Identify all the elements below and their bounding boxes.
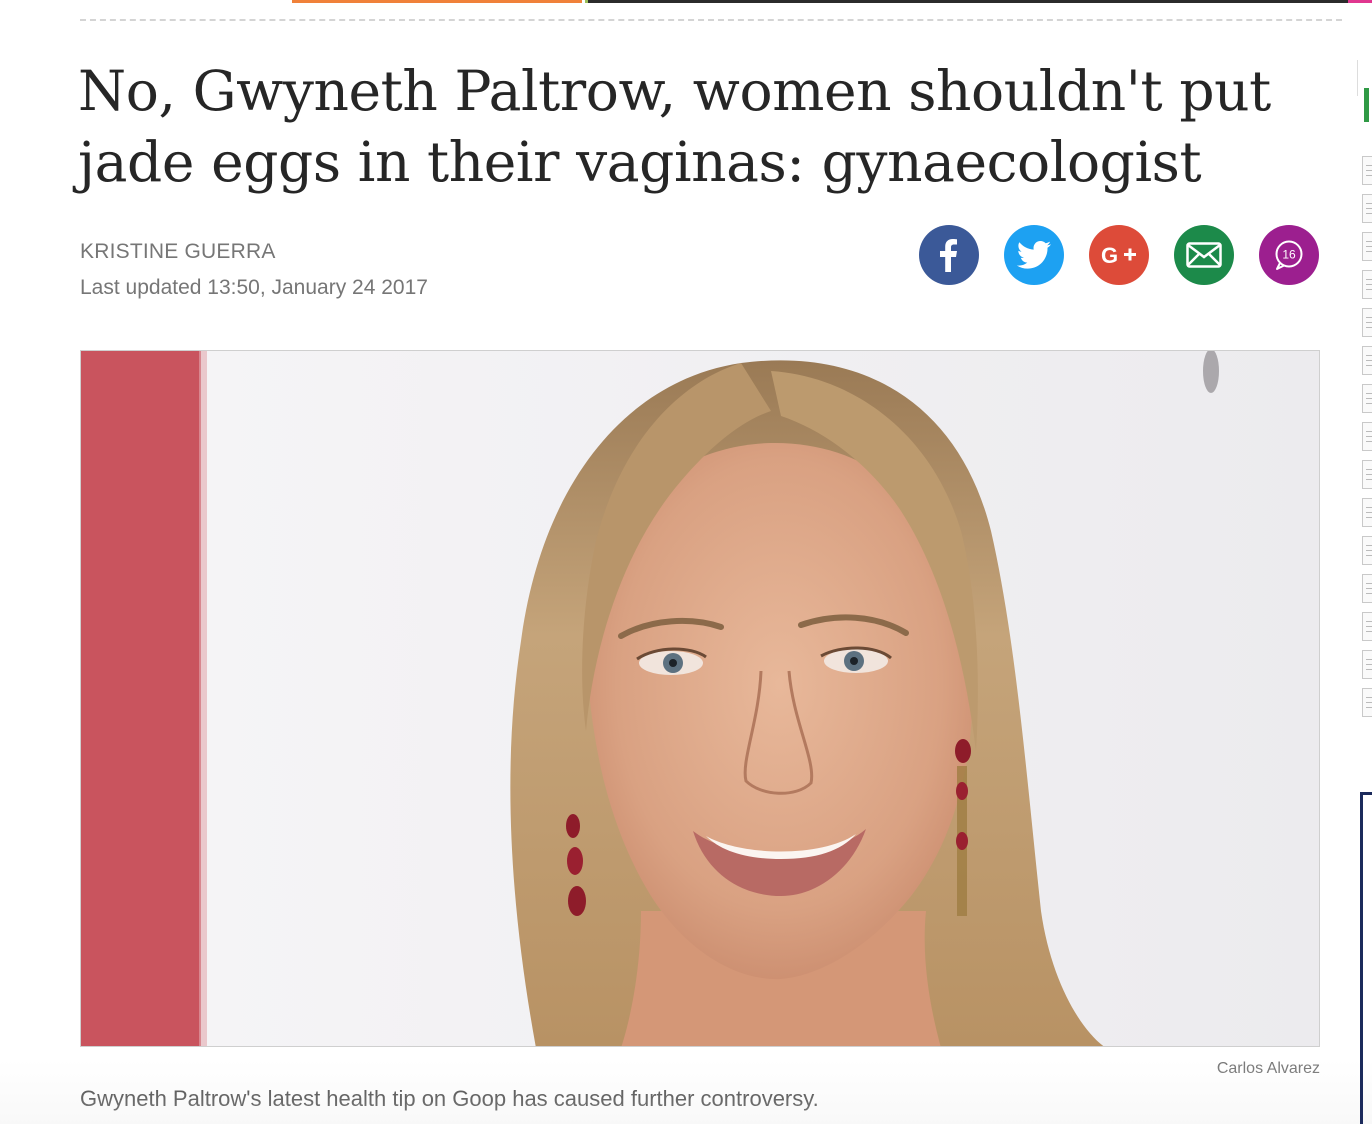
rail-divider <box>1357 60 1358 96</box>
twitter-bird-icon <box>1017 241 1051 269</box>
sidebar-story-thumb[interactable] <box>1362 460 1372 489</box>
last-updated-timestamp: Last updated 13:50, January 24 2017 <box>80 276 428 299</box>
portrait-photo <box>81 351 1319 1046</box>
sidebar-ad-box[interactable] <box>1360 792 1372 1124</box>
sidebar-story-thumb[interactable] <box>1362 612 1372 641</box>
photo-credit: Carlos Alvarez <box>1216 1060 1320 1077</box>
image-caption: Gwyneth Paltrow's latest health tip on G… <box>80 1086 819 1111</box>
header-divider <box>80 19 1342 21</box>
sidebar-section-marker <box>1364 88 1369 122</box>
speech-bubble-icon: 16 <box>1275 240 1303 270</box>
nav-banner-bar <box>588 0 1348 3</box>
sidebar-story-thumb[interactable] <box>1362 574 1372 603</box>
facebook-share-button[interactable] <box>919 225 979 285</box>
right-sidebar-edge <box>1356 60 1372 1124</box>
article-headline: No, Gwyneth Paltrow, women shouldn't put… <box>78 59 1271 194</box>
comment-count: 16 <box>1282 248 1296 262</box>
hero-image[interactable] <box>80 350 1320 1047</box>
sidebar-story-thumb[interactable] <box>1362 308 1372 337</box>
sidebar-story-thumb[interactable] <box>1362 156 1372 185</box>
sidebar-story-thumb[interactable] <box>1362 536 1372 565</box>
sidebar-story-thumb[interactable] <box>1362 650 1372 679</box>
comments-button[interactable]: 16 <box>1259 225 1319 285</box>
top-navigation-strip <box>0 0 1372 4</box>
sidebar-story-thumb[interactable] <box>1362 270 1372 299</box>
sidebar-story-thumb[interactable] <box>1362 346 1372 375</box>
google-plus-share-button[interactable]: G <box>1089 225 1149 285</box>
author-name[interactable]: KRISTINE GUERRA <box>80 240 276 264</box>
share-bar: G 16 <box>919 225 1319 285</box>
google-plus-icon: G <box>1101 243 1136 267</box>
sidebar-list <box>1362 156 1372 717</box>
facebook-icon <box>940 239 957 272</box>
email-share-button[interactable] <box>1174 225 1234 285</box>
nav-accent-pink <box>1348 0 1372 3</box>
sidebar-story-thumb[interactable] <box>1362 194 1372 223</box>
sidebar-story-thumb[interactable] <box>1362 422 1372 451</box>
red-backdrop-panel <box>81 351 201 1046</box>
envelope-icon <box>1186 242 1222 268</box>
sidebar-story-thumb[interactable] <box>1362 384 1372 413</box>
sidebar-story-thumb[interactable] <box>1362 232 1372 261</box>
svg-text:G: G <box>1101 243 1118 267</box>
sidebar-story-thumb[interactable] <box>1362 688 1372 717</box>
nav-accent-orange <box>292 0 582 3</box>
sidebar-story-thumb[interactable] <box>1362 498 1372 527</box>
twitter-share-button[interactable] <box>1004 225 1064 285</box>
